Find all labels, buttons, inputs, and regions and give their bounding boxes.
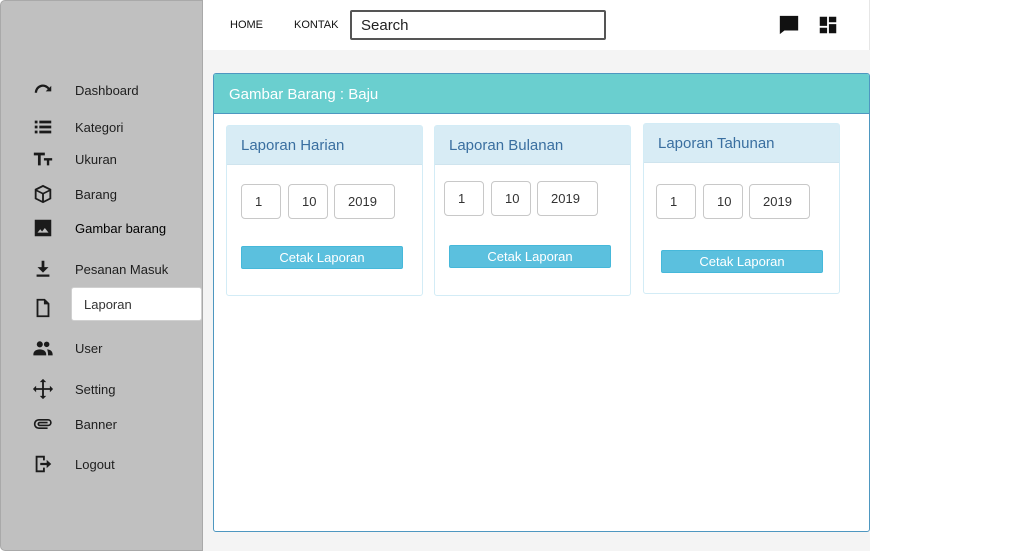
day-input[interactable]: 1 bbox=[444, 181, 484, 216]
sidebar-item-logout[interactable]: Logout bbox=[1, 449, 204, 479]
sidebar-item-setting[interactable]: Setting bbox=[1, 374, 204, 404]
year-input[interactable]: 2019 bbox=[749, 184, 810, 219]
download-icon bbox=[31, 257, 55, 281]
sidebar-item-user[interactable]: User bbox=[1, 333, 204, 363]
sidebar-item-label: Laporan bbox=[84, 297, 132, 312]
sidebar-item-pesanan-masuk[interactable]: Pesanan Masuk bbox=[1, 254, 204, 284]
day-input[interactable]: 1 bbox=[656, 184, 696, 219]
sidebar-item-label: Banner bbox=[75, 416, 117, 432]
card-header: Laporan Harian bbox=[227, 126, 422, 165]
nav-link-home[interactable]: HOME bbox=[230, 19, 263, 31]
report-card-daily: Laporan Harian 1 10 2019 Cetak Laporan bbox=[226, 125, 423, 296]
sidebar-item-label: User bbox=[75, 340, 103, 356]
day-input[interactable]: 1 bbox=[241, 184, 281, 219]
card-header: Laporan Bulanan bbox=[435, 126, 630, 165]
sidebar-item-label: Logout bbox=[75, 456, 115, 472]
card-title: Laporan Tahunan bbox=[658, 135, 775, 152]
year-input[interactable]: 2019 bbox=[537, 181, 598, 216]
sidebar-item-label: Setting bbox=[75, 381, 116, 397]
sidebar-item-kategori[interactable]: Kategori bbox=[1, 112, 204, 142]
sidebar-item-label: Dashboard bbox=[75, 82, 139, 98]
sidebar-item-barang[interactable]: Barang bbox=[1, 179, 204, 209]
card-title: Laporan Bulanan bbox=[449, 137, 564, 154]
sidebar-item-label: Gambar barang bbox=[75, 220, 167, 236]
dashboard-grid-icon[interactable] bbox=[817, 14, 839, 36]
dashboard-icon bbox=[31, 78, 55, 102]
panel-header: Gambar Barang : Baju bbox=[214, 74, 869, 114]
month-input[interactable]: 10 bbox=[703, 184, 743, 219]
print-report-button[interactable]: Cetak Laporan bbox=[661, 250, 823, 273]
search-input[interactable] bbox=[350, 10, 606, 40]
sidebar-item-dashboard[interactable]: Dashboard bbox=[1, 75, 204, 105]
text-size-icon bbox=[31, 147, 55, 171]
card-header: Laporan Tahunan bbox=[644, 124, 839, 163]
print-report-button[interactable]: Cetak Laporan bbox=[241, 246, 403, 269]
sidebar: Dashboard Kategori Ukuran Barang Gambar … bbox=[0, 0, 203, 551]
sidebar-item-ukuran[interactable]: Ukuran bbox=[1, 144, 204, 174]
sidebar-item-label: Kategori bbox=[75, 119, 124, 135]
users-icon bbox=[31, 336, 55, 360]
sidebar-item-label: Barang bbox=[75, 186, 117, 202]
panel-title: Gambar Barang : Baju bbox=[229, 86, 379, 103]
month-input[interactable]: 10 bbox=[288, 184, 328, 219]
file-icon bbox=[31, 296, 55, 320]
print-report-button[interactable]: Cetak Laporan bbox=[449, 245, 611, 268]
card-title: Laporan Harian bbox=[241, 137, 345, 154]
move-icon bbox=[31, 377, 55, 401]
chat-icon[interactable] bbox=[778, 14, 800, 36]
sidebar-item-label: Pesanan Masuk bbox=[75, 261, 169, 277]
report-card-yearly: Laporan Tahunan 1 10 2019 Cetak Laporan bbox=[643, 123, 840, 294]
top-navbar: HOME KONTAK bbox=[203, 0, 870, 50]
sidebar-item-label: Ukuran bbox=[75, 151, 117, 167]
list-icon bbox=[31, 115, 55, 139]
nav-link-kontak[interactable]: KONTAK bbox=[294, 19, 338, 31]
month-input[interactable]: 10 bbox=[491, 181, 531, 216]
year-input[interactable]: 2019 bbox=[334, 184, 395, 219]
box-icon bbox=[31, 182, 55, 206]
sidebar-item-laporan[interactable]: Laporan bbox=[71, 287, 202, 321]
app-window: Dashboard Kategori Ukuran Barang Gambar … bbox=[0, 0, 870, 551]
paperclip-icon bbox=[31, 412, 55, 436]
logout-icon bbox=[31, 452, 55, 476]
sidebar-item-banner[interactable]: Banner bbox=[1, 409, 204, 439]
sidebar-item-gambar-barang[interactable]: Gambar barang bbox=[1, 213, 204, 243]
report-card-monthly: Laporan Bulanan 1 10 2019 Cetak Laporan bbox=[434, 125, 631, 296]
image-icon bbox=[31, 216, 55, 240]
